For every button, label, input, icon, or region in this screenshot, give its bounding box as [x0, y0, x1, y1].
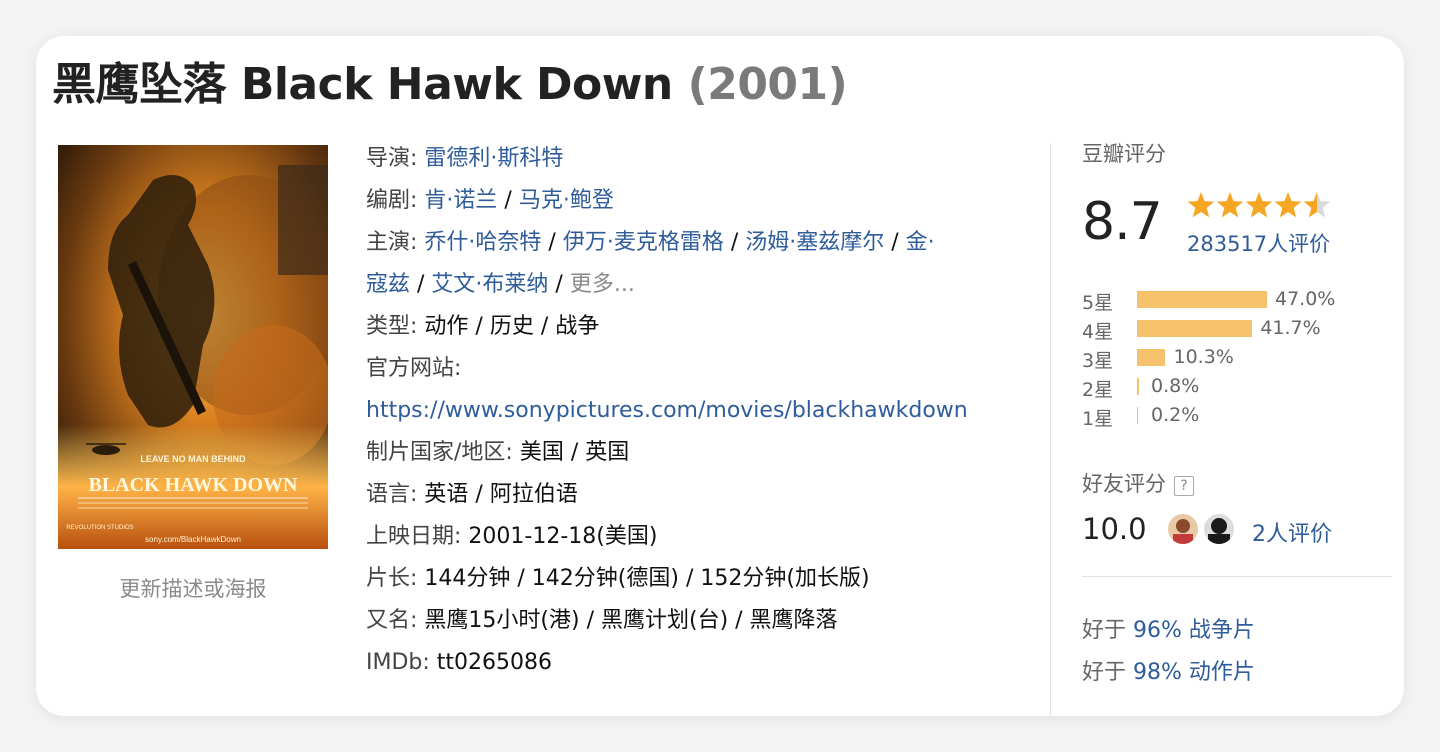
- horizontal-divider: [1082, 576, 1392, 577]
- aka-value: 黑鹰15小时(港) / 黑鹰计划(台) / 黑鹰降落: [424, 608, 838, 633]
- better-than-link[interactable]: 98% 动作片: [1133, 660, 1255, 685]
- movie-info: 导演: 雷德利·斯科特 编剧: 肯·诺兰 / 马克·鲍登 主演: 乔什·哈奈特 …: [366, 138, 1036, 684]
- star-icon: [1303, 192, 1331, 218]
- director-row: 导演: 雷德利·斯科特: [366, 146, 564, 171]
- country-row: 制片国家/地区: 美国 / 英国: [366, 440, 630, 465]
- aka-row: 又名: 黑鹰15小时(港) / 黑鹰计划(台) / 黑鹰降落: [366, 608, 838, 633]
- cast-row: 主演: 乔什·哈奈特 / 伊万·麦克格雷格 / 汤姆·塞兹摩尔 / 金·: [366, 230, 935, 255]
- movie-title: 黑鹰坠落 Black Hawk Down: [52, 59, 673, 110]
- star-rating-icon: [1187, 192, 1331, 218]
- official-site-row: 官方网站:: [366, 356, 462, 381]
- cast-link[interactable]: 汤姆·塞兹摩尔: [745, 230, 884, 255]
- distribution-star-label: 2星: [1082, 379, 1114, 401]
- distribution-star-label: 1星: [1082, 408, 1114, 430]
- imdb-row: IMDb: tt0265086: [366, 650, 553, 675]
- runtime-row: 片长: 144分钟 / 142分钟(德国) / 152分钟(加长版): [366, 566, 870, 591]
- release-value: 2001-12-18(美国): [468, 524, 658, 549]
- writer-link[interactable]: 马克·鲍登: [519, 188, 614, 213]
- cast-link[interactable]: 寇兹: [366, 272, 410, 297]
- distribution-percent: 0.2%: [1151, 404, 1200, 426]
- distribution-bar: [1137, 407, 1138, 424]
- writer-row: 编剧: 肯·诺兰 / 马克·鲍登: [366, 188, 614, 213]
- poster-url: sony.com/BlackHawkDown: [145, 535, 241, 544]
- rating-distribution-row: 2星 0.8%: [1082, 375, 1392, 404]
- rating-header: 豆瓣评分: [1082, 142, 1166, 166]
- help-icon[interactable]: ?: [1174, 476, 1194, 496]
- rating-distribution-row: 4星 41.7%: [1082, 317, 1392, 346]
- avatar[interactable]: [1168, 514, 1198, 544]
- vertical-divider: [1050, 143, 1051, 716]
- movie-year: (2001): [687, 59, 848, 110]
- rating-score: 8.7: [1082, 192, 1163, 252]
- update-description-link[interactable]: 更新描述或海报: [58, 573, 328, 603]
- release-row: 上映日期: 2001-12-18(美国): [366, 524, 658, 549]
- distribution-star-label: 3星: [1082, 350, 1114, 372]
- official-site-link[interactable]: https://www.sonypictures.com/movies/blac…: [366, 398, 968, 423]
- star-icon: [1245, 192, 1273, 218]
- language-row: 语言: 英语 / 阿拉伯语: [366, 482, 578, 507]
- rating-panel: 豆瓣评分 8.7 283517人评价 5星 47.0% 4星 41.7% 3星 10.3%…: [1082, 138, 1392, 685]
- avatar[interactable]: [1204, 514, 1234, 544]
- official-site-url-row: https://www.sonypictures.com/movies/blac…: [366, 390, 1036, 432]
- star-icon: [1216, 192, 1244, 218]
- poster-tagline: LEAVE NO MAN BEHIND: [140, 454, 246, 464]
- friends-score: 10.0: [1082, 512, 1147, 546]
- country-value: 美国 / 英国: [519, 440, 630, 465]
- rating-distribution: 5星 47.0% 4星 41.7% 3星 10.3% 2星 0.8% 1星 0.2%: [1082, 288, 1392, 433]
- poster-studio: REVOLUTION STUDIOS: [66, 525, 133, 531]
- star-icon: [1187, 192, 1215, 218]
- imdb-value: tt0265086: [436, 650, 553, 675]
- friends-rating-header: 好友评分?: [1082, 468, 1194, 498]
- rating-votes-link[interactable]: 283517人评价: [1187, 228, 1330, 258]
- rating-distribution-row: 1星 0.2%: [1082, 404, 1392, 433]
- distribution-percent: 0.8%: [1151, 375, 1200, 397]
- friends-votes-link[interactable]: 2人评价: [1252, 516, 1332, 548]
- distribution-star-label: 5星: [1082, 292, 1114, 314]
- genre-value: 动作 / 历史 / 战争: [424, 314, 600, 339]
- director-link[interactable]: 雷德利·斯科特: [424, 146, 563, 171]
- movie-poster[interactable]: LEAVE NO MAN BEHIND BLACK HAWK DOWN REVO…: [58, 145, 328, 549]
- distribution-percent: 41.7%: [1260, 317, 1321, 339]
- cast-link[interactable]: 艾文·布莱纳: [431, 272, 548, 297]
- cast-row-continued: 寇兹 / 艾文·布莱纳 / 更多...: [366, 272, 635, 297]
- language-value: 英语 / 阿拉伯语: [424, 482, 578, 507]
- better-than-row: 好于 98% 动作片: [1082, 660, 1255, 685]
- rating-distribution-row: 5星 47.0%: [1082, 288, 1392, 317]
- genre-row: 类型: 动作 / 历史 / 战争: [366, 314, 600, 339]
- distribution-bar: [1137, 320, 1253, 337]
- cast-link[interactable]: 伊万·麦克格雷格: [563, 230, 724, 255]
- cast-link[interactable]: 乔什·哈奈特: [424, 230, 541, 255]
- distribution-star-label: 4星: [1082, 321, 1114, 343]
- distribution-percent: 47.0%: [1275, 288, 1336, 310]
- poster-film-title: BLACK HAWK DOWN: [89, 474, 298, 496]
- cast-link[interactable]: 金·: [906, 230, 935, 255]
- distribution-bar: [1137, 349, 1166, 366]
- runtime-value: 144分钟 / 142分钟(德国) / 152分钟(加长版): [424, 566, 870, 591]
- star-icon: [1274, 192, 1302, 218]
- distribution-bar: [1137, 378, 1140, 395]
- writer-link[interactable]: 肯·诺兰: [424, 188, 497, 213]
- better-than-row: 好于 96% 战争片: [1082, 618, 1255, 643]
- more-cast-link[interactable]: 更多...: [570, 272, 635, 297]
- distribution-percent: 10.3%: [1173, 346, 1234, 368]
- rating-distribution-row: 3星 10.3%: [1082, 346, 1392, 375]
- rating-stars: [1187, 190, 1337, 226]
- better-than-link[interactable]: 96% 战争片: [1133, 618, 1255, 643]
- page-title: 黑鹰坠落 Black Hawk Down (2001): [52, 48, 848, 112]
- distribution-bar: [1137, 291, 1267, 308]
